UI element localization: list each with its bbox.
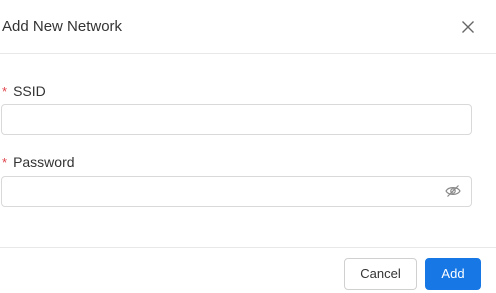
ssid-required-mark: * — [2, 84, 8, 99]
ssid-label-text: SSID — [13, 83, 46, 99]
password-label: * Password — [2, 153, 75, 172]
password-required-mark: * — [2, 155, 8, 170]
ssid-input[interactable] — [1, 104, 472, 135]
add-network-dialog: Add New Network * SSID * Password Cancel A… — [0, 0, 496, 293]
eye-off-icon[interactable] — [445, 184, 461, 198]
add-button[interactable]: Add — [425, 258, 481, 290]
dialog-header: Add New Network — [0, 0, 496, 54]
close-button[interactable] — [459, 18, 477, 36]
close-icon — [459, 18, 477, 36]
dialog-footer — [0, 247, 496, 293]
password-label-text: Password — [13, 154, 75, 170]
ssid-label: * SSID — [2, 82, 46, 101]
password-input[interactable] — [1, 176, 472, 207]
cancel-button[interactable]: Cancel — [344, 258, 417, 290]
dialog-title: Add New Network — [2, 18, 123, 35]
